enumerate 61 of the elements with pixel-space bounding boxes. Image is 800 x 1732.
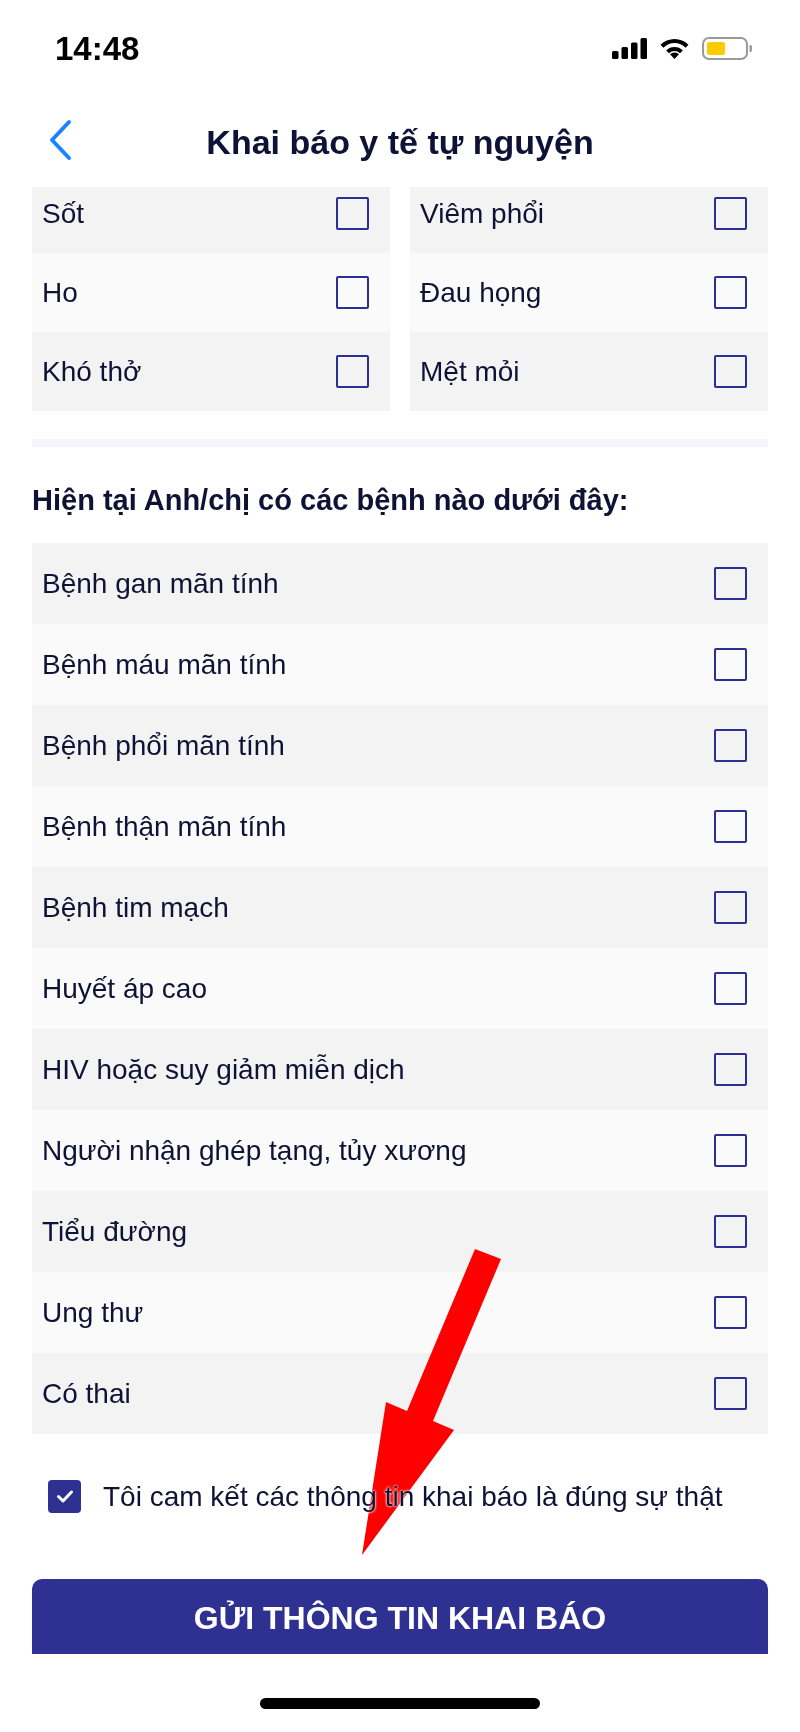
symptom-label: Viêm phổi xyxy=(420,196,544,231)
symptom-label: Mệt mỏi xyxy=(420,354,520,389)
condition-label: Huyết áp cao xyxy=(42,971,207,1006)
symptom-row[interactable]: Khó thở xyxy=(32,332,390,411)
condition-row[interactable]: Ung thư xyxy=(32,1272,768,1353)
checkbox[interactable] xyxy=(714,729,747,762)
checkbox[interactable] xyxy=(714,1053,747,1086)
checkbox[interactable] xyxy=(714,648,747,681)
symptom-label: Đau họng xyxy=(420,275,542,310)
signal-icon xyxy=(612,37,647,59)
wifi-icon xyxy=(659,37,690,59)
condition-label: Bệnh phổi mãn tính xyxy=(42,728,285,763)
symptom-row[interactable]: Ho xyxy=(32,253,390,332)
symptom-row[interactable]: Sốt xyxy=(32,187,390,253)
checkbox[interactable] xyxy=(714,567,747,600)
symptom-label: Ho xyxy=(42,275,78,310)
checkbox[interactable] xyxy=(714,355,747,388)
condition-row[interactable]: Bệnh tim mạch xyxy=(32,867,768,948)
checkbox[interactable] xyxy=(714,276,747,309)
battery-icon xyxy=(702,36,752,60)
checkbox[interactable] xyxy=(48,1480,81,1513)
condition-row[interactable]: Bệnh máu mãn tính xyxy=(32,624,768,705)
checkbox[interactable] xyxy=(714,972,747,1005)
condition-label: Bệnh máu mãn tính xyxy=(42,647,287,682)
checkbox[interactable] xyxy=(714,1296,747,1329)
checkbox[interactable] xyxy=(714,197,747,230)
condition-row[interactable]: Bệnh phổi mãn tính xyxy=(32,705,768,786)
back-icon xyxy=(47,119,73,161)
condition-label: Bệnh gan mãn tính xyxy=(42,566,279,601)
section-heading: Hiện tại Anh/chị có các bệnh nào dưới đây: xyxy=(32,483,629,518)
condition-row[interactable]: HIV hoặc suy giảm miễn dịch xyxy=(32,1029,768,1110)
condition-row[interactable]: Người nhận ghép tạng, tủy xương xyxy=(32,1110,768,1191)
checkmark-icon xyxy=(55,1489,74,1504)
condition-label: Tiểu đường xyxy=(42,1214,188,1249)
symptom-row[interactable]: Viêm phổi xyxy=(410,187,768,253)
condition-label: Ung thư xyxy=(42,1295,144,1330)
condition-row[interactable]: Có thai xyxy=(32,1353,768,1434)
condition-label: Có thai xyxy=(42,1376,131,1411)
condition-row[interactable]: Bệnh gan mãn tính xyxy=(32,543,768,624)
symptom-label: Khó thở xyxy=(42,354,142,389)
checkbox[interactable] xyxy=(714,1134,747,1167)
checkbox[interactable] xyxy=(714,891,747,924)
page-title: Khai báo y tế tự nguyện xyxy=(206,124,594,159)
condition-row[interactable]: Huyết áp cao xyxy=(32,948,768,1029)
condition-label: Bệnh thận mãn tính xyxy=(42,809,287,844)
status-time: 14:48 xyxy=(55,31,140,65)
checkbox[interactable] xyxy=(714,1215,747,1248)
symptom-row[interactable]: Đau họng xyxy=(410,253,768,332)
checkbox[interactable] xyxy=(714,810,747,843)
condition-label: Bệnh tim mạch xyxy=(42,890,229,925)
condition-label: Người nhận ghép tạng, tủy xương xyxy=(42,1133,467,1168)
symptom-row[interactable]: Mệt mỏi xyxy=(410,332,768,411)
checkbox[interactable] xyxy=(336,197,369,230)
condition-row[interactable]: Bệnh thận mãn tính xyxy=(32,786,768,867)
checkbox[interactable] xyxy=(714,1377,747,1410)
condition-label: HIV hoặc suy giảm miễn dịch xyxy=(42,1052,405,1087)
checkbox[interactable] xyxy=(336,355,369,388)
symptom-label: Sốt xyxy=(42,196,85,231)
submit-button[interactable]: GỬI THÔNG TIN KHAI BÁO xyxy=(32,1579,768,1654)
checkbox[interactable] xyxy=(336,276,369,309)
condition-row[interactable]: Tiểu đường xyxy=(32,1191,768,1272)
